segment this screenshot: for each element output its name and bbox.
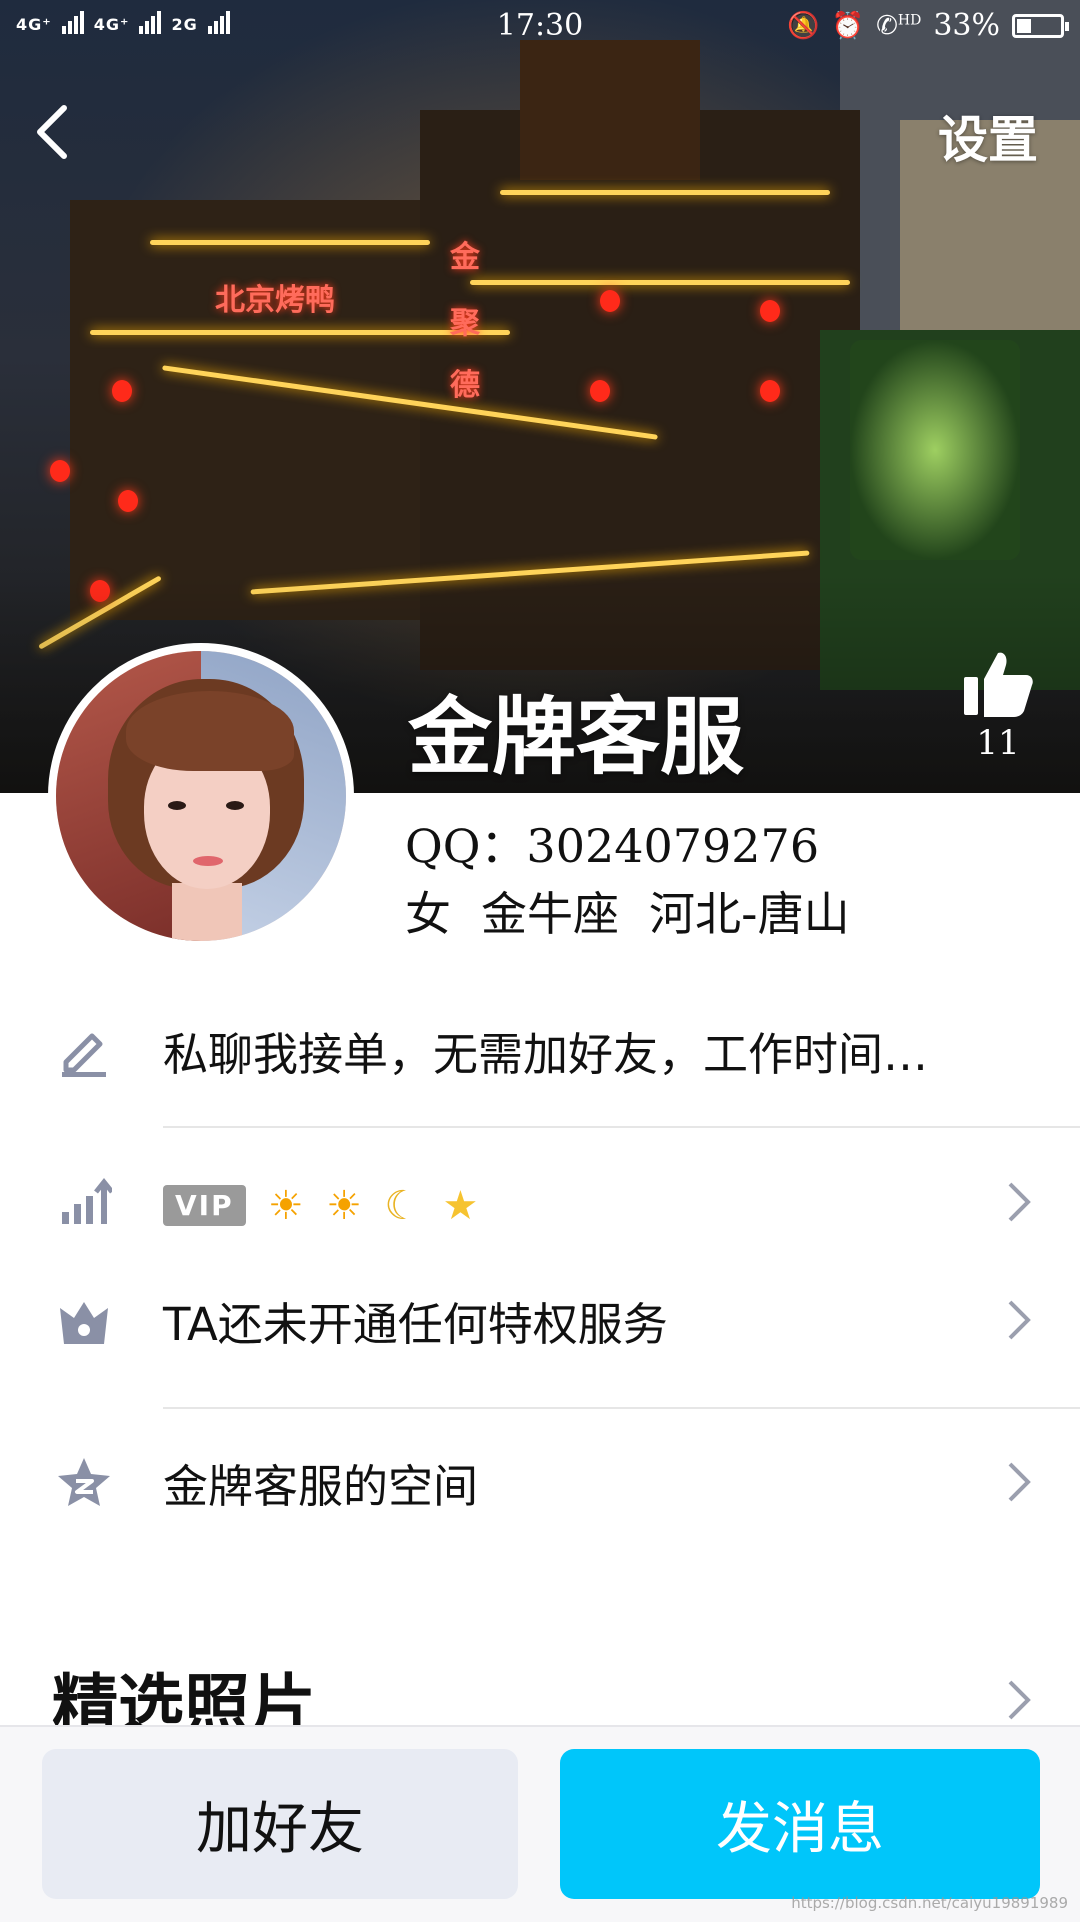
like-count: 11 bbox=[976, 723, 1020, 763]
location: 河北-唐山 bbox=[649, 887, 850, 941]
qzone-star-icon bbox=[56, 1454, 112, 1510]
signature-text: 私聊我接单，无需加好友，工作时间… bbox=[163, 1027, 929, 1081]
privilege-row[interactable]: TA还未开通任何特权服务 bbox=[0, 1290, 1080, 1351]
cover-light-strip bbox=[150, 240, 430, 245]
avatar[interactable] bbox=[48, 643, 354, 949]
avatar-neck bbox=[172, 883, 242, 941]
cover-light-strip bbox=[90, 330, 510, 335]
vip-badge: VIP bbox=[163, 1185, 246, 1226]
hd-label: HD bbox=[897, 11, 922, 28]
profile-meta: 女 金牛座 河北-唐山 bbox=[405, 878, 850, 944]
star-level-icon: ★ bbox=[442, 1182, 479, 1229]
gender: 女 bbox=[405, 887, 451, 941]
sun-level-icon: ☀ bbox=[267, 1182, 304, 1229]
watermark: https://blog.csdn.net/caiyu19891989 bbox=[791, 1894, 1068, 1912]
cover-lantern bbox=[112, 380, 132, 402]
settings-button[interactable]: 设置 bbox=[938, 100, 1038, 172]
level-chart-icon bbox=[56, 1174, 114, 1230]
battery-percent: 33% bbox=[933, 8, 1000, 43]
send-message-button[interactable]: 发消息 bbox=[560, 1749, 1040, 1899]
hd-call-icon: ✆HD bbox=[876, 10, 922, 41]
cover-light-strip bbox=[500, 190, 830, 195]
qzone-text: 金牌客服的空间 bbox=[163, 1459, 479, 1513]
mute-bell-icon: 🔕 bbox=[787, 10, 820, 41]
vip-level-row[interactable]: VIP ☀ ☀ ☾ ★ bbox=[0, 1172, 1080, 1232]
signature-row[interactable]: 私聊我接单，无需加好友，工作时间… bbox=[0, 1020, 1080, 1081]
thumbs-up-icon bbox=[964, 652, 1033, 717]
back-button[interactable] bbox=[28, 100, 78, 164]
cover-lantern bbox=[50, 460, 70, 482]
moon-level-icon: ☾ bbox=[384, 1182, 421, 1229]
cover-green-sign bbox=[850, 340, 1020, 560]
chevron-right-icon bbox=[1006, 1460, 1032, 1504]
zodiac: 金牛座 bbox=[481, 887, 619, 941]
cover-sign-text: 北京烤鸭 bbox=[215, 283, 335, 318]
cover-sign-text: 德 bbox=[450, 368, 480, 403]
bottom-action-bar: 加好友 发消息 https://blog.csdn.net/caiyu19891… bbox=[0, 1725, 1080, 1922]
alarm-icon: ⏰ bbox=[831, 10, 865, 41]
featured-photos-more[interactable] bbox=[0, 1674, 1080, 1724]
avatar-lips bbox=[193, 856, 223, 866]
vip-level: VIP ☀ ☀ ☾ ★ bbox=[163, 1176, 478, 1229]
chevron-left-icon bbox=[37, 105, 67, 159]
cover-lantern bbox=[118, 490, 138, 512]
avatar-fringe bbox=[126, 691, 294, 771]
status-bar: 4G⁺ 4G⁺ 2G 17:30 🔕 ⏰ ✆HD 33% bbox=[0, 0, 1080, 52]
edit-pencil-icon bbox=[56, 1022, 112, 1078]
avatar-eye bbox=[168, 801, 186, 810]
battery-icon bbox=[1012, 13, 1069, 38]
chevron-right-icon bbox=[1006, 1298, 1032, 1342]
cover-sign-text: 金 bbox=[450, 240, 480, 275]
crown-icon bbox=[56, 1294, 112, 1350]
divider bbox=[163, 1407, 1080, 1409]
chevron-right-icon bbox=[1006, 1678, 1032, 1722]
status-icons: 🔕 ⏰ ✆HD 33% bbox=[787, 8, 1069, 43]
profile-nickname: 金牌客服 bbox=[408, 688, 745, 786]
cover-lantern bbox=[590, 380, 610, 402]
chevron-right-icon bbox=[1006, 1180, 1032, 1224]
cover-lantern bbox=[760, 300, 780, 322]
divider bbox=[163, 1126, 1080, 1128]
sun-level-icon: ☀ bbox=[326, 1182, 362, 1229]
like-button[interactable]: 11 bbox=[958, 645, 1038, 763]
battery-fill bbox=[1017, 18, 1031, 33]
cover-light-strip bbox=[470, 280, 850, 285]
avatar-eye bbox=[226, 801, 244, 810]
qq-number[interactable]: QQ：3024079276 bbox=[405, 810, 819, 876]
cover-tower bbox=[520, 40, 700, 180]
privilege-text: TA还未开通任何特权服务 bbox=[163, 1297, 668, 1351]
cover-sign-text: 聚 bbox=[450, 306, 480, 341]
add-friend-button[interactable]: 加好友 bbox=[42, 1749, 518, 1899]
qzone-row[interactable]: 金牌客服的空间 bbox=[0, 1452, 1080, 1513]
cover-lantern bbox=[600, 290, 620, 312]
cover-lantern bbox=[760, 380, 780, 402]
